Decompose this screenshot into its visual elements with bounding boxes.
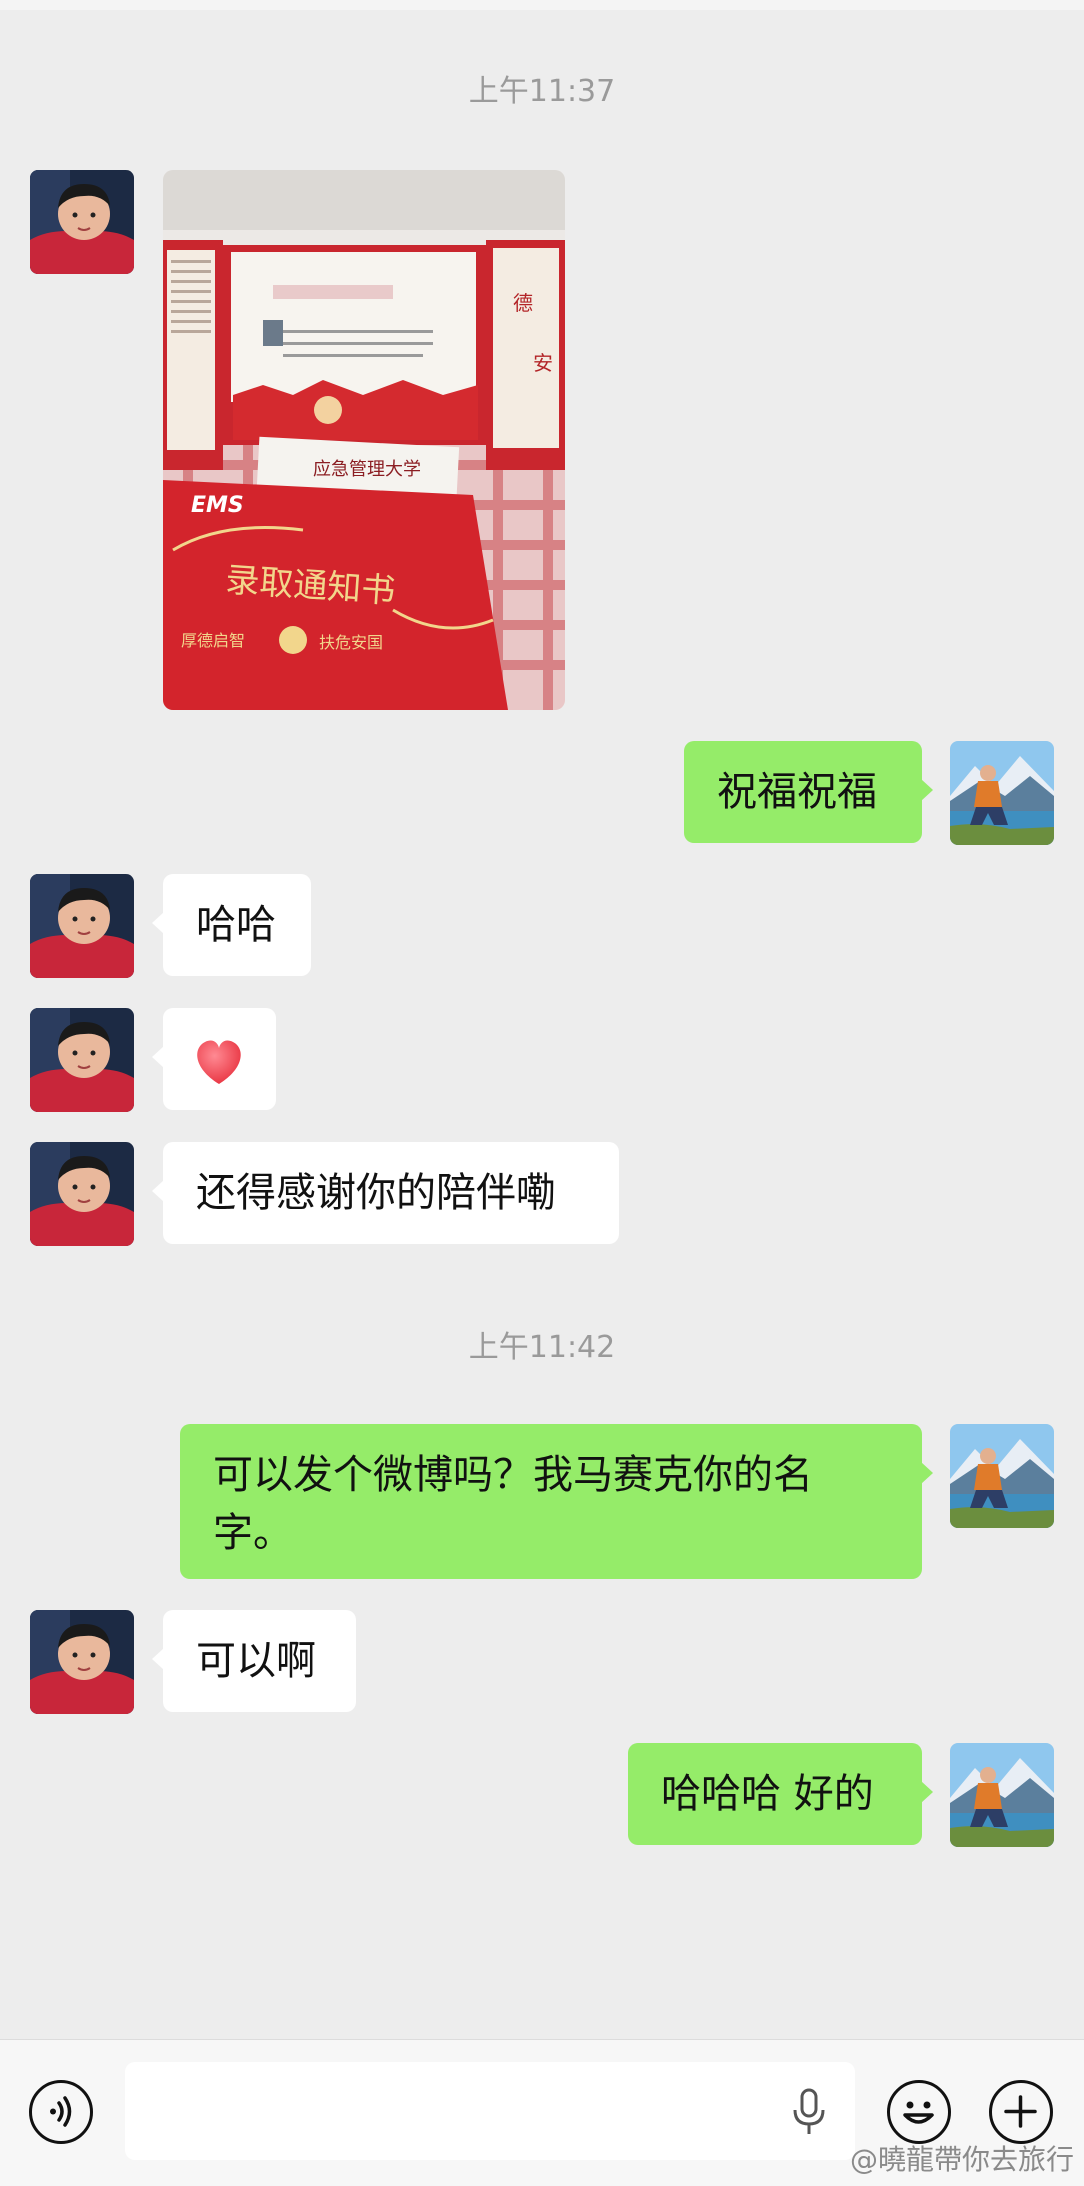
microphone-icon[interactable] (791, 2088, 827, 2136)
message-text: 还得感谢你的陪伴嘞 (196, 1170, 556, 1216)
timestamp: 上午11:37 (468, 74, 616, 109)
envelope-university-text: 应急管理大学 (313, 459, 421, 480)
emoji-button[interactable] (887, 2080, 951, 2144)
my-avatar[interactable] (950, 1743, 1054, 1847)
outgoing-message[interactable]: 祝福祝福 (684, 741, 933, 843)
outgoing-message[interactable]: 可以发个微博吗？我马赛克你的名字。 (180, 1424, 933, 1579)
timestamp: 上午11:42 (468, 1330, 616, 1365)
friend-avatar[interactable] (30, 1142, 134, 1246)
ems-logo-text: EMS (191, 493, 244, 518)
incoming-emoji-message[interactable] (152, 1008, 276, 1110)
heart-emoji-icon (197, 1040, 241, 1084)
message-text: 可以啊 (196, 1638, 316, 1684)
message-input[interactable] (125, 2062, 855, 2160)
input-bar: @曉龍帶你去旅行 (0, 2039, 1084, 2186)
message-text: 祝福祝福 (717, 769, 877, 815)
message-text: 哈哈 (196, 902, 276, 948)
svg-text:安: 安 (533, 351, 553, 375)
message-text: 可以发个微博吗？我马赛克你的名字。 (213, 1452, 813, 1556)
status-strip (0, 0, 1084, 10)
svg-text:德: 德 (513, 291, 533, 315)
plus-icon (1004, 2095, 1037, 2128)
watermark: @曉龍帶你去旅行 (849, 2143, 1074, 2176)
voice-toggle-button[interactable] (29, 2080, 93, 2144)
friend-avatar[interactable] (30, 874, 134, 978)
voice-toggle-icon (50, 2096, 72, 2127)
motto-right: 扶危安国 (319, 633, 383, 652)
incoming-message[interactable]: 可以啊 (152, 1610, 356, 1712)
message-text: 哈哈哈 好的 (661, 1771, 874, 1817)
my-avatar[interactable] (950, 1424, 1054, 1528)
friend-avatar[interactable] (30, 1610, 134, 1714)
friend-avatar[interactable] (30, 1008, 134, 1112)
incoming-message[interactable]: 哈哈 (152, 874, 311, 976)
incoming-message[interactable]: 还得感谢你的陪伴嘞 (152, 1142, 619, 1244)
admission-letter-photo[interactable]: 德 安 应急管理大学 EMS 录取通知书 厚德启智 扶危安国 (163, 170, 565, 710)
motto-left: 厚德启智 (181, 631, 245, 650)
emoji-icon (903, 2101, 934, 2124)
friend-avatar[interactable] (30, 170, 134, 274)
plus-button[interactable] (989, 2080, 1053, 2144)
my-avatar[interactable] (950, 741, 1054, 845)
outgoing-message[interactable]: 哈哈哈 好的 (628, 1743, 933, 1845)
